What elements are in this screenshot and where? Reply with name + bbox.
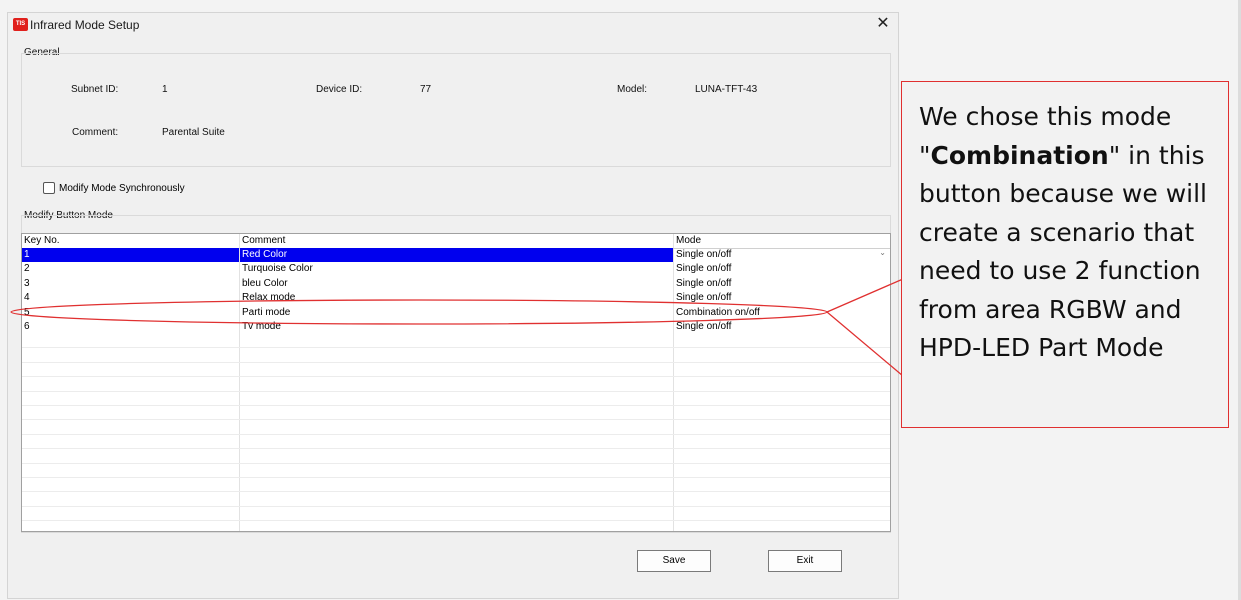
comment-cell[interactable]: Turquoise Color [240,262,673,276]
general-group [21,53,891,167]
exit-button[interactable]: Exit [768,550,842,572]
comment-value: Parental Suite [162,127,225,138]
subnet-id-value: 1 [162,84,168,95]
mode-cell[interactable]: Combination on/off [674,306,890,320]
chevron-down-icon[interactable]: ⌄ [879,248,886,257]
comment-cell[interactable]: Parti mode [240,306,673,320]
key-cell[interactable]: 4 [22,291,239,305]
sync-checkbox[interactable] [43,182,55,194]
empty-row [22,507,890,522]
callout-text-after: " in this button because we will create … [919,140,1207,363]
comment-cell[interactable]: bleu Color [240,277,673,291]
mode-cell[interactable]: Single on/off [674,320,890,334]
infrared-mode-setup-dialog: TIS Infrared Mode Setup ✕ General Subnet… [7,12,899,599]
comment-cell[interactable]: Relax mode [240,291,673,305]
sync-checkbox-label[interactable]: Modify Mode Synchronously [59,183,185,194]
table-row[interactable]: 3 bleu Color Single on/off [22,277,890,291]
key-cell[interactable]: 3 [22,277,239,291]
comment-cell[interactable]: Tv mode [240,320,673,334]
empty-row [22,392,890,406]
table-row[interactable]: 2 Turquoise Color Single on/off [22,262,890,276]
empty-row [22,363,890,378]
mode-cell[interactable]: Single on/off [674,248,890,262]
title-bar: TIS Infrared Mode Setup ✕ [8,13,898,37]
comment-cell[interactable]: Red Color [240,248,673,262]
annotation-callout: We chose this mode "Combination" in this… [901,81,1229,428]
mode-cell[interactable]: Single on/off [674,277,890,291]
empty-row [22,378,890,392]
empty-row [22,435,890,450]
empty-row [22,464,890,478]
table-row[interactable]: 6 Tv mode Single on/off [22,320,890,334]
column-header-comment[interactable]: Comment [242,235,285,246]
table-row[interactable]: 5 Parti mode Combination on/off [22,306,890,320]
grid-header: Key No. Comment Mode [22,234,890,249]
key-cell[interactable]: 5 [22,306,239,320]
key-cell[interactable]: 2 [22,262,239,276]
table-row[interactable]: 1 Red Color Single on/off ⌄ [22,248,890,262]
key-cell[interactable]: 1 [22,248,239,262]
comment-label: Comment: [72,127,119,138]
model-label: Model: [617,84,648,95]
callout-text-bold: Combination [930,140,1109,170]
column-header-mode[interactable]: Mode [676,235,701,246]
empty-row [22,450,890,464]
column-header-key[interactable]: Key No. [24,235,60,246]
close-icon[interactable]: ✕ [868,13,898,35]
empty-row [22,522,890,531]
mode-cell[interactable]: Single on/off [674,291,890,305]
device-id-value: 77 [420,84,432,95]
key-cell[interactable]: 6 [22,320,239,334]
empty-row [22,349,890,363]
table-row[interactable]: 4 Relax mode Single on/off [22,291,890,305]
save-button[interactable]: Save [637,550,711,572]
window-title: Infrared Mode Setup [30,18,140,32]
empty-row [22,421,890,435]
button-mode-grid[interactable]: Key No. Comment Mode 1 Red Color Single on… [21,233,891,532]
empty-row [22,406,890,421]
empty-row [22,493,890,507]
mode-cell[interactable]: Single on/off [674,262,890,276]
subnet-id-label: Subnet ID: [71,84,119,95]
model-value: LUNA-TFT-43 [695,84,758,95]
tis-logo-icon: TIS [13,18,28,31]
device-id-label: Device ID: [316,84,363,95]
empty-row [22,334,890,349]
empty-row [22,478,890,493]
